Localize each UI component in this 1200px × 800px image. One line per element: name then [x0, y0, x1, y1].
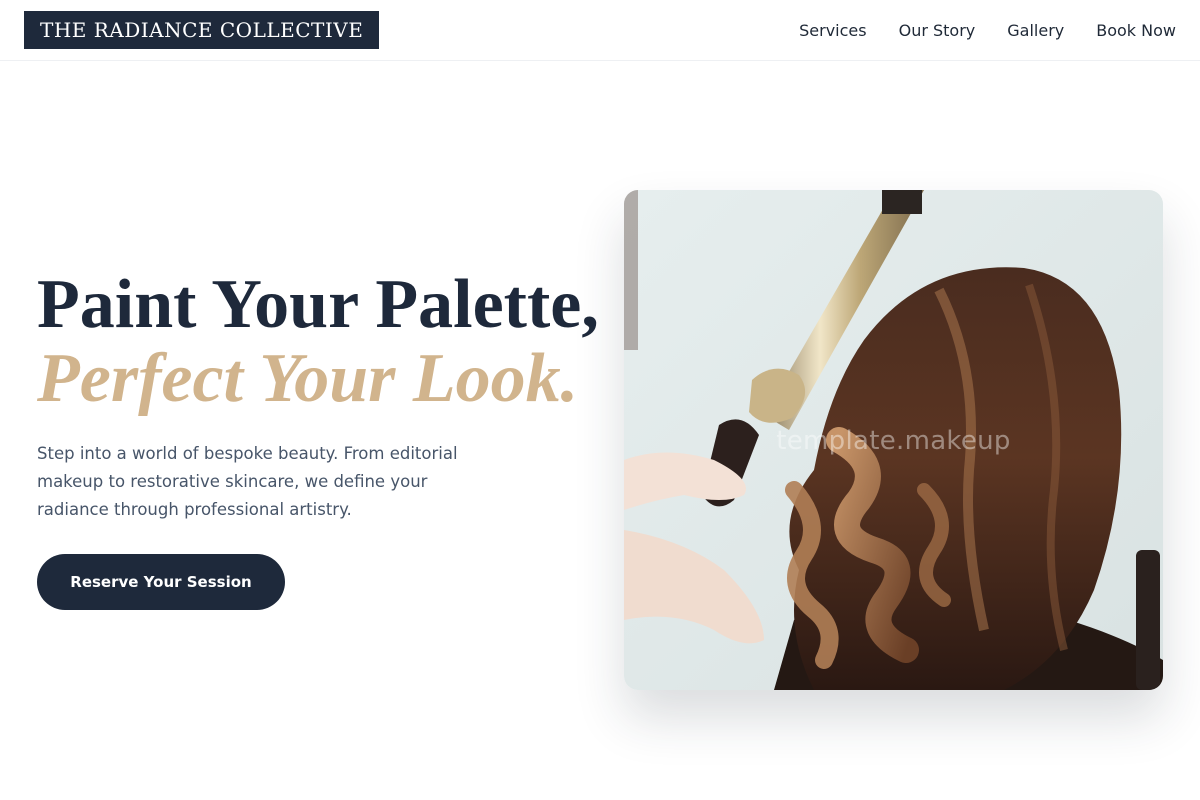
main-nav: Services Our Story Gallery Book Now: [799, 0, 1176, 60]
hair-styling-illustration: [624, 190, 1163, 690]
hero-photo: template.makeup: [624, 190, 1163, 690]
headline-line-1: Paint Your Palette,: [37, 266, 599, 343]
nav-link-our-story[interactable]: Our Story: [899, 21, 976, 40]
site-header: THE RADIANCE COLLECTIVE Services Our Sto…: [0, 0, 1200, 61]
brand-logo[interactable]: THE RADIANCE COLLECTIVE: [24, 11, 380, 49]
hero-headline: Paint Your Palette, Perfect Your Look.: [37, 266, 599, 417]
nav-link-gallery[interactable]: Gallery: [1007, 21, 1064, 40]
reserve-session-button[interactable]: Reserve Your Session: [37, 554, 285, 610]
nav-link-services[interactable]: Services: [799, 21, 866, 40]
headline-line-2: Perfect Your Look.: [37, 340, 579, 417]
hero-intro: Step into a world of bespoke beauty. Fro…: [37, 444, 458, 519]
nav-link-book-now[interactable]: Book Now: [1096, 21, 1176, 40]
hero-text: Paint Your Palette, Perfect Your Look. S…: [37, 266, 599, 524]
